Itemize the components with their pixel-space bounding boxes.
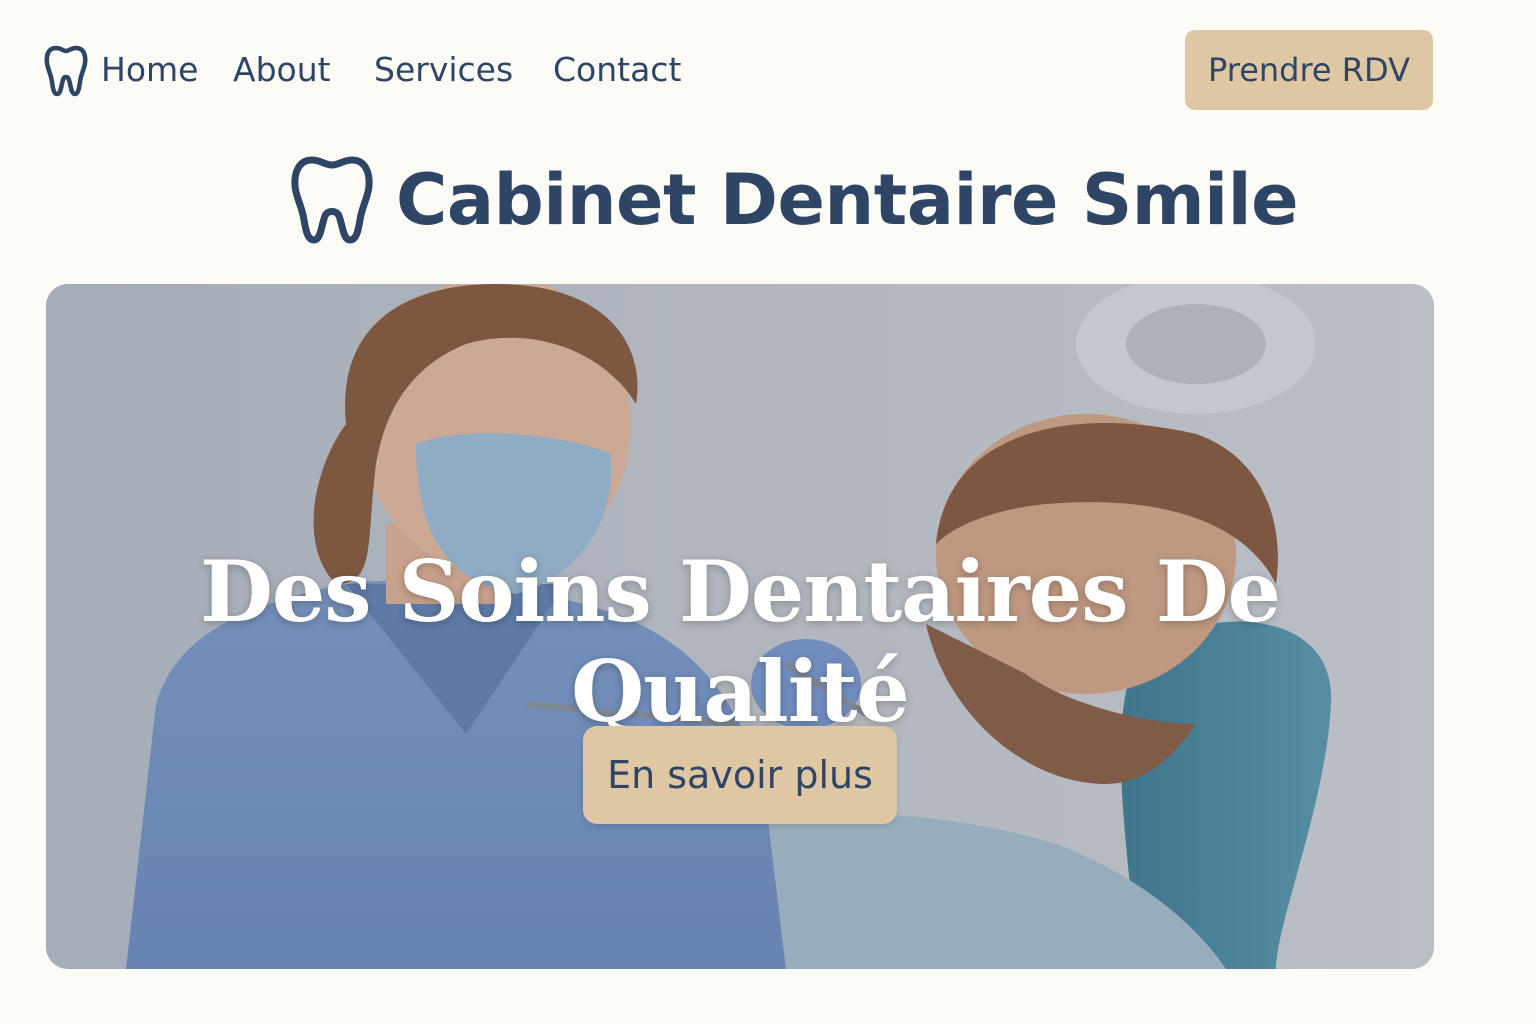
page: Home About Services Contact Prendre RDV … bbox=[0, 0, 1536, 1024]
hero-banner: Des Soins Dentaires De Qualité En savoir… bbox=[46, 284, 1434, 969]
tooth-icon bbox=[291, 156, 373, 244]
nav-link-home[interactable]: Home bbox=[101, 48, 198, 92]
top-navigation: Home About Services Contact Prendre RDV bbox=[0, 0, 1536, 140]
tooth-icon[interactable] bbox=[44, 44, 88, 98]
nav-link-contact[interactable]: Contact bbox=[553, 48, 681, 92]
book-appointment-button[interactable]: Prendre RDV bbox=[1185, 30, 1433, 110]
brand-header: Cabinet Dentaire Smile bbox=[290, 150, 1299, 250]
nav-link-about[interactable]: About bbox=[233, 48, 331, 92]
page-title: Cabinet Dentaire Smile bbox=[396, 159, 1299, 241]
hero-headline: Des Soins Dentaires De Qualité bbox=[199, 542, 1281, 741]
nav-link-services[interactable]: Services bbox=[374, 48, 513, 92]
learn-more-button[interactable]: En savoir plus bbox=[583, 726, 897, 824]
